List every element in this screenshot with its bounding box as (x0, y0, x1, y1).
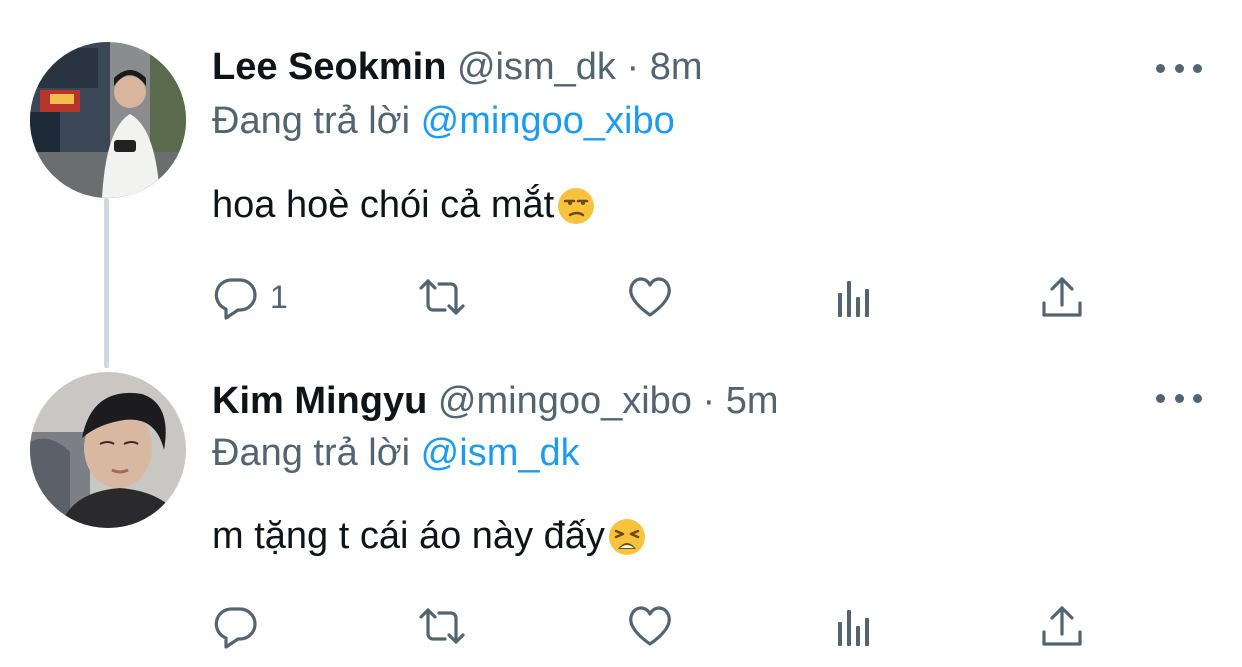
author-handle[interactable]: @mingoo_xibo (438, 380, 692, 422)
like-button[interactable] (626, 271, 674, 323)
more-icon[interactable] (1156, 388, 1202, 408)
share-button[interactable] (1038, 600, 1086, 652)
avatar[interactable] (30, 372, 186, 528)
retweet-icon (419, 608, 465, 644)
reply-button[interactable] (212, 600, 270, 652)
retweet-button[interactable] (418, 271, 466, 323)
like-button[interactable] (626, 600, 674, 652)
share-button[interactable] (1038, 271, 1086, 323)
author-handle[interactable]: @ism_dk (457, 46, 616, 88)
tweet[interactable]: Lee Seokmin @ism_dk · 8m Đang trả lời @m… (0, 0, 1242, 335)
views-icon (838, 281, 869, 317)
tweet-text-content: hoa hoè chói cả mắt (212, 184, 555, 226)
mention-link[interactable]: @ism_dk (421, 432, 580, 474)
reply-button[interactable]: 1 (212, 271, 288, 323)
replying-label: Đang trả lời (212, 100, 411, 142)
tweet-text-content: m tặng t cái áo này đấy (212, 515, 605, 557)
retweet-button[interactable] (418, 600, 466, 652)
author-name[interactable]: Kim Mingyu (212, 380, 427, 422)
tweet-actions (212, 600, 1112, 652)
share-icon (1042, 606, 1082, 646)
reply-icon (214, 607, 257, 649)
tweet-text: m tặng t cái áo này đấy (212, 515, 647, 558)
tweet[interactable]: Kim Mingyu @mingoo_xibo · 5m Đang trả lờ… (0, 335, 1242, 667)
reply-count: 1 (270, 278, 288, 315)
views-button[interactable] (832, 271, 880, 323)
tweet-text: hoa hoè chói cả mắt (212, 184, 596, 227)
views-icon (838, 610, 869, 646)
reply-icon (214, 278, 257, 320)
heart-icon (629, 606, 671, 646)
retweet-icon (419, 279, 465, 315)
weary-face-emoji (607, 517, 647, 557)
tweet-actions: 1 (212, 271, 1112, 323)
replying-to: Đang trả lời @mingoo_xibo (212, 100, 675, 143)
author-name[interactable]: Lee Seokmin (212, 46, 446, 88)
timestamp[interactable]: 5m (726, 380, 779, 422)
separator-dot: · (702, 380, 716, 422)
more-icon[interactable] (1156, 58, 1202, 78)
replying-to: Đang trả lời @ism_dk (212, 432, 580, 475)
mention-link[interactable]: @mingoo_xibo (421, 100, 675, 142)
tweet-header: Kim Mingyu @mingoo_xibo · 5m (212, 380, 779, 423)
tweet-header: Lee Seokmin @ism_dk · 8m (212, 46, 703, 89)
heart-icon (629, 277, 671, 317)
share-icon (1042, 277, 1082, 317)
timestamp[interactable]: 8m (650, 46, 703, 88)
avatar[interactable] (30, 42, 186, 198)
replying-label: Đang trả lời (212, 432, 411, 474)
views-button[interactable] (832, 600, 880, 652)
unamused-face-emoji (556, 186, 596, 226)
separator-dot: · (626, 46, 640, 88)
